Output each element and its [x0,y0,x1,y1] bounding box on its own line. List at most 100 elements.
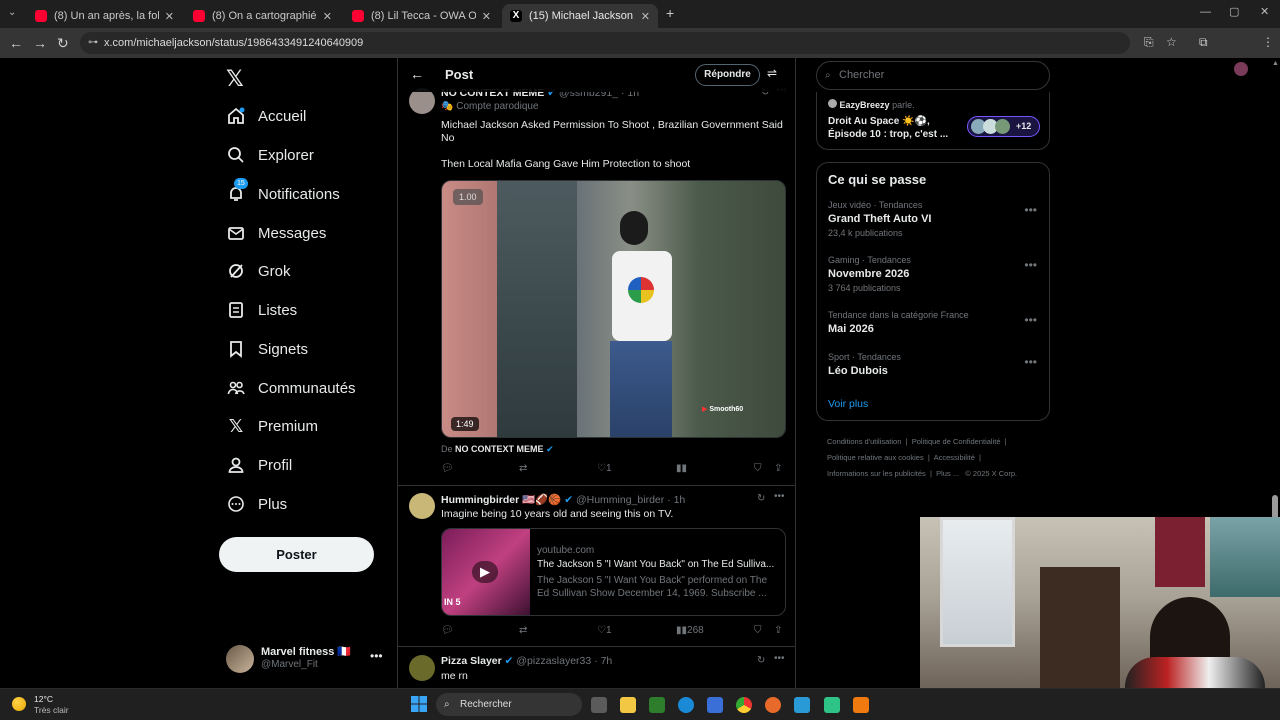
file-explorer-icon[interactable] [620,697,636,713]
grok-icon[interactable]: ↻ [757,655,765,666]
back-arrow-icon[interactable]: ← [410,66,424,82]
close-tab-icon[interactable]: ✕ [482,10,491,23]
trend-item[interactable]: Sport · Tendances Léo Dubois ••• [817,352,1049,388]
nav-lists[interactable]: Listes [226,295,297,325]
store-icon[interactable] [707,697,723,713]
start-windows-icon[interactable] [411,696,427,712]
video-player[interactable]: 1.00 1:49 ▶ Smooth60 [441,180,786,438]
like-button[interactable]: ♡ 1 [597,625,612,636]
share-icon[interactable]: ⇪ [774,463,782,474]
footer-link[interactable]: Conditions d'utilisation [827,437,901,446]
space-listeners[interactable]: +12 [967,116,1040,137]
address-bar[interactable]: ⊶ x.com/michaeljackson/status/1986433491… [80,32,1130,54]
reload-icon[interactable]: ↻ [57,35,69,52]
views-button[interactable]: ▮▮ 268 [676,625,704,636]
nvidia-icon[interactable] [649,697,665,713]
trend-item[interactable]: Gaming · Tendances Novembre 2026 3 764 p… [817,255,1049,303]
grok-icon[interactable]: ↻ [757,493,765,504]
nav-more[interactable]: Plus [226,489,287,519]
author-handle[interactable]: @pizzaslayer33 [516,655,591,667]
forward-icon[interactable]: → [33,35,47,51]
more-dots-icon[interactable]: ••• [1024,203,1037,217]
more-dots-icon[interactable]: ••• [774,653,785,664]
tweet-no-context-meme[interactable]: NO CONTEXT MEME ✔ @ssmb291_ · 1h ↻ ••• 🎭… [398,84,795,484]
tweet-time[interactable]: 7h [601,655,613,667]
footer-link[interactable]: Informations sur les publicités [827,469,926,478]
edge-icon[interactable] [678,697,694,713]
link-card[interactable]: ▶ IN 5 youtube.com The Jackson 5 "I Want… [441,528,786,616]
back-icon[interactable]: ← [9,35,23,51]
app-icon[interactable] [794,697,810,713]
tweet-hummingbirder[interactable]: Hummingbirder 🇺🇸🏈🏀 ✔ @Humming_birder · 1… [398,488,795,648]
post-button[interactable]: Poster [219,537,374,572]
nav-home[interactable]: Accueil [226,101,306,131]
nav-bookmarks[interactable]: Signets [226,334,308,364]
search-input[interactable]: ⌕ Chercher [816,61,1050,90]
taskbar-search[interactable]: ⌕ Rechercher [436,693,582,716]
install-app-icon[interactable]: ⎘ [1144,35,1154,50]
scroll-up-icon[interactable]: ▲ [1272,60,1279,70]
extensions-icon[interactable]: ⧉ [1199,35,1208,50]
close-tab-icon[interactable]: ✕ [323,10,332,23]
menu-kebab-icon[interactable]: ⋮ [1262,35,1274,49]
new-tab-icon[interactable]: + [666,5,674,21]
trend-item[interactable]: Tendance dans la catégorie France Mai 20… [817,310,1049,346]
repost-icon[interactable]: ⇄ [519,625,527,636]
nav-communities[interactable]: Communautés [226,373,356,403]
browser-tab-4[interactable]: X (15) Michael Jackson sur X : "Mi ✕ [502,4,658,28]
tweet-time[interactable]: 1h [674,494,686,506]
like-button[interactable]: ♡ 1 [597,463,612,474]
reply-icon[interactable]: 💬︎ [441,625,454,636]
footer-link[interactable]: Politique relative aux cookies [827,453,924,462]
close-tab-icon[interactable]: ✕ [165,10,174,23]
nav-premium[interactable]: 𝕏 Premium [226,411,318,441]
share-icon[interactable]: ⇪ [774,625,782,636]
live-space-card[interactable]: EazyBreezy parle. Droit Au Space ☀️⚽️, É… [816,92,1050,150]
close-window-icon[interactable]: ✕ [1260,5,1269,18]
author-name[interactable]: Hummingbirder 🇺🇸🏈🏀 [441,494,561,506]
nav-messages[interactable]: Messages [226,218,326,248]
nav-notifications[interactable]: 15 Notifications [226,178,340,209]
browser-tab-1[interactable]: (8) Un an après, la folle histoire ✕ [27,4,182,28]
weather-widget[interactable]: 12°C Très clair [10,694,100,716]
vlc-icon[interactable] [853,697,869,713]
bookmark-star-icon[interactable]: ☆ [1166,35,1177,49]
video-attribution[interactable]: De NO CONTEXT MEME ✔ [441,444,554,455]
bookmark-icon[interactable]: ⛉ [754,463,762,474]
nav-profile[interactable]: Profil [226,450,292,480]
nav-grok[interactable]: Grok [226,256,291,286]
tweet-pizza-slayer[interactable]: Pizza Slayer ✔ @pizzaslayer33 · 7h ↻ •••… [398,650,795,688]
x-logo-icon[interactable]: 𝕏 [226,66,244,92]
footer-link[interactable]: Politique de Confidentialité [912,437,1001,446]
task-view-icon[interactable] [591,697,607,713]
more-dots-icon[interactable]: ••• [1024,258,1037,272]
browser-tab-2[interactable]: (8) On a cartographié les group ✕ [185,4,340,28]
more-dots-icon[interactable]: ••• [774,491,785,502]
bookmark-icon[interactable]: ⛉ [754,625,762,636]
profile-avatar-icon[interactable] [1234,62,1248,76]
more-dots-icon[interactable]: ••• [1024,313,1037,327]
trend-item[interactable]: Jeux vidéo · Tendances Grand Theft Auto … [817,200,1049,248]
account-switcher[interactable]: Marvel fitness 🇫🇷 @Marvel_Fit ••• [226,643,396,675]
tab-list-chevron-icon[interactable]: ⌄ [8,7,16,18]
app-icon[interactable] [824,697,840,713]
views-icon[interactable]: ▮▮ [676,463,687,474]
reply-settings-icon[interactable]: ⇌ [767,66,777,80]
reply-icon[interactable]: 💬︎ [441,463,454,474]
more-dots-icon[interactable]: ••• [370,649,383,663]
nav-explore[interactable]: Explorer [226,140,314,170]
see-more-link[interactable]: Voir plus [828,398,868,410]
close-tab-icon[interactable]: ✕ [641,10,650,23]
footer-link[interactable]: Accessibilité [934,453,975,462]
author-name[interactable]: Pizza Slayer [441,655,502,667]
author-handle[interactable]: @Humming_birder [576,494,664,506]
firefox-icon[interactable] [765,697,781,713]
more-dots-icon[interactable]: ••• [1024,355,1037,369]
playback-speed[interactable]: 1.00 [453,189,483,205]
restore-icon[interactable]: ▢ [1229,5,1239,18]
browser-tab-3[interactable]: (8) Lil Tecca - OWA OWA (Offici ✕ [344,4,499,28]
minimize-icon[interactable]: — [1200,6,1211,18]
site-info-icon[interactable]: ⊶ [88,32,98,54]
footer-link[interactable]: Plus ... [936,469,959,478]
scrollbar-thumb[interactable] [1272,495,1278,519]
